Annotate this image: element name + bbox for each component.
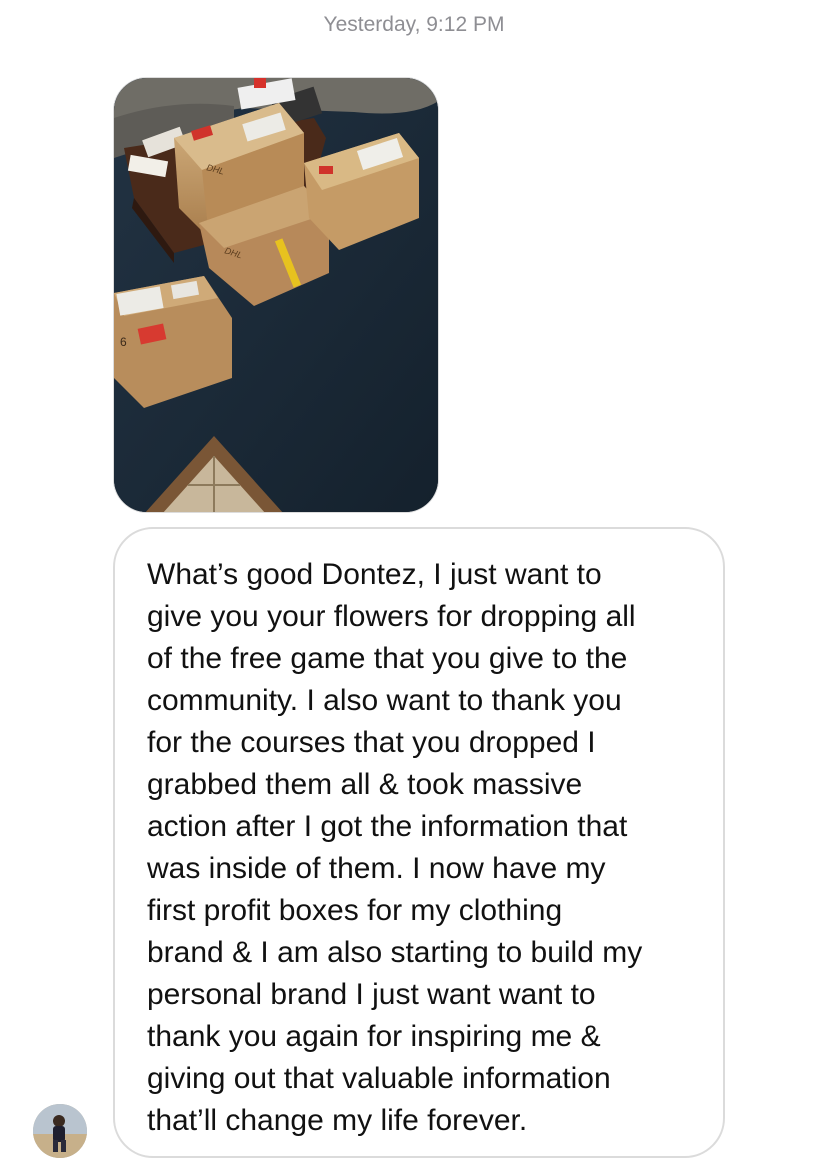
boxes-photo: DHL DHL 6 [114, 78, 438, 512]
user-avatar-icon[interactable] [33, 1104, 87, 1158]
message-bubble[interactable]: What’s good Dontez, I just want to give … [113, 527, 725, 1158]
message-timestamp: Yesterday, 9:12 PM [323, 13, 505, 36]
message-text: What’s good Dontez, I just want to give … [147, 558, 643, 1137]
box-label: 6 [120, 335, 127, 349]
photo-message[interactable]: DHL DHL 6 [113, 77, 439, 513]
avatar-image [33, 1104, 87, 1158]
